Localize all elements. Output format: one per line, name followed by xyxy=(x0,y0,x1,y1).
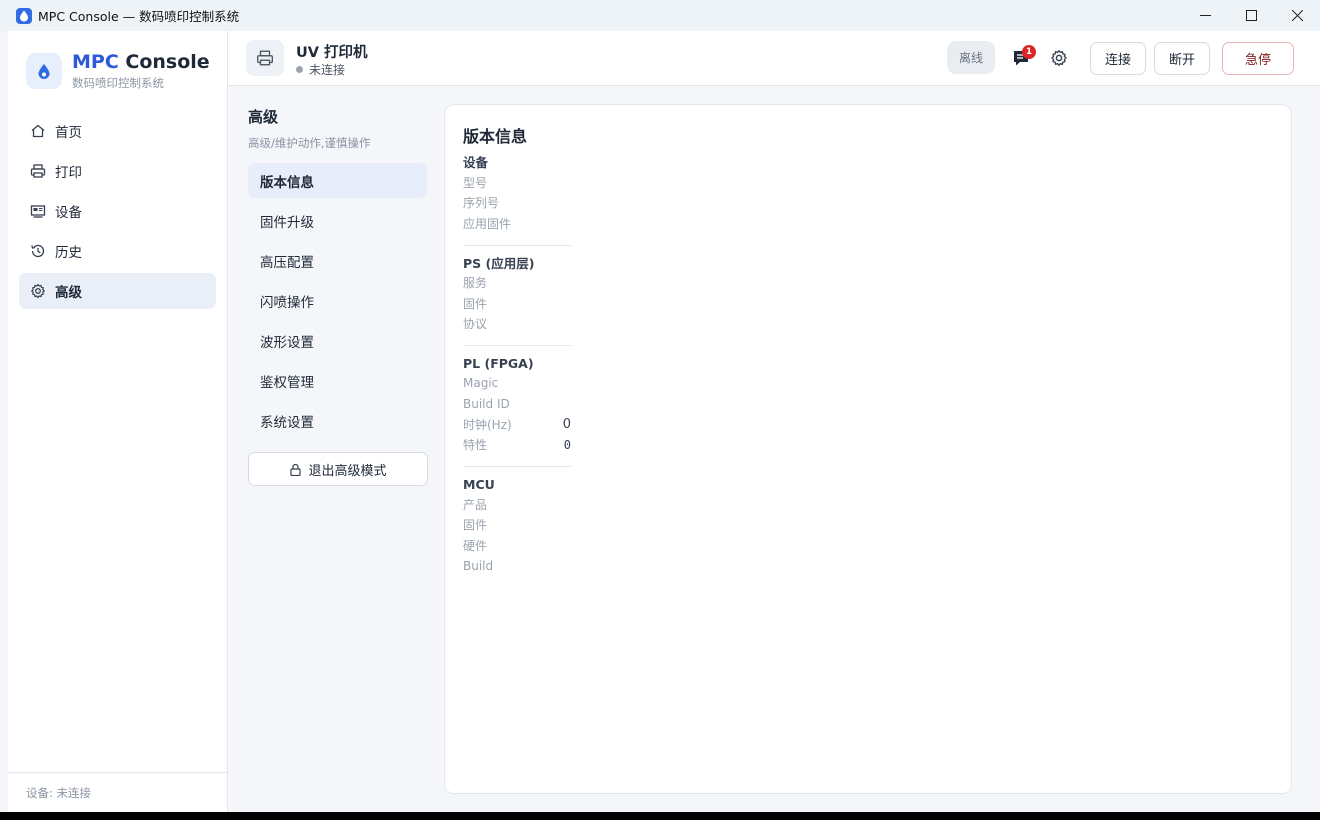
nav-item-device[interactable]: 设备 xyxy=(19,193,216,229)
card-title: 版本信息 xyxy=(463,127,528,146)
device-icon xyxy=(30,205,46,218)
brand-drop-icon xyxy=(26,53,62,89)
window-controls xyxy=(1182,0,1320,31)
nav-item-label: 高级 xyxy=(55,285,82,301)
exit-advanced-label: 退出高级模式 xyxy=(308,463,387,479)
close-button[interactable] xyxy=(1274,0,1320,31)
section-title: MCU xyxy=(463,477,495,492)
connect-button[interactable]: 连接 xyxy=(1090,42,1146,75)
info-row: 时钟(Hz) 0 xyxy=(463,416,571,432)
app-drop-icon xyxy=(16,7,32,24)
status-text: 未连接 xyxy=(309,63,346,77)
nav-item-label: 设备 xyxy=(55,205,82,221)
info-row: 特性 0 xyxy=(463,437,571,453)
subnav-item-waveform[interactable]: 波形设置 xyxy=(248,323,427,358)
section-title: PL (FPGA) xyxy=(463,356,534,371)
section-pl: PL (FPGA) Magic Build ID 时钟(Hz) 0 特性 0 xyxy=(463,355,571,467)
info-row: 型号 xyxy=(463,175,488,190)
nav-item-label: 历史 xyxy=(55,245,82,261)
section-ps: PS (应用层) 服务 固件 协议 xyxy=(463,255,571,346)
clock-value: 0 xyxy=(562,416,571,432)
section-mcu: MCU 产品 固件 硬件 Build xyxy=(463,476,571,587)
subnav-item-version-info[interactable]: 版本信息 xyxy=(248,163,427,198)
sidebar: MPC Console 数码喷印控制系统 首页 打印 设备 历史 高级 设备: … xyxy=(8,31,228,812)
subnav-item-flash-spray[interactable]: 闪喷操作 xyxy=(248,283,427,318)
subnav-list: 版本信息 固件升级 高压配置 闪喷操作 波形设置 鉴权管理 系统设置 xyxy=(248,163,428,438)
version-sections: 设备 型号 序列号 应用固件 PS (应用层) 服务 固件 协议 PL (FPG… xyxy=(463,154,571,596)
home-icon xyxy=(31,124,45,138)
section-title: 设备 xyxy=(463,155,489,170)
minimize-button[interactable] xyxy=(1182,0,1228,31)
nav-item-label: 打印 xyxy=(55,165,82,181)
notification-badge: 1 xyxy=(1022,45,1036,59)
info-row: 硬件 xyxy=(463,538,488,553)
subnav-item-firmware-upgrade[interactable]: 固件升级 xyxy=(248,203,427,238)
printer-icon xyxy=(30,164,46,178)
info-row: 应用固件 xyxy=(463,216,512,231)
info-row: 固件 xyxy=(463,518,488,533)
title-bar: MPC Console — 数码喷印控制系统 xyxy=(0,0,1320,31)
info-row: 序列号 xyxy=(463,196,500,211)
advanced-subnav: 高级 高级/维护动作,谨慎操作 版本信息 固件升级 高压配置 闪喷操作 波形设置… xyxy=(248,106,428,486)
device-status: 未连接 xyxy=(296,61,345,78)
info-row: 固件 xyxy=(463,296,488,311)
device-printer-icon xyxy=(246,40,284,76)
offline-badge: 离线 xyxy=(947,41,995,74)
brand: MPC Console 数码喷印控制系统 xyxy=(26,51,210,91)
info-row: 服务 xyxy=(463,276,488,291)
exit-advanced-button[interactable]: 退出高级模式 xyxy=(248,452,428,486)
emergency-stop-button[interactable]: 急停 xyxy=(1222,42,1294,75)
main-nav: 首页 打印 设备 历史 高级 xyxy=(19,113,216,313)
connection-footer: 设备: 未连接 xyxy=(8,772,227,812)
subnav-item-auth[interactable]: 鉴权管理 xyxy=(248,363,427,398)
nav-item-advanced[interactable]: 高级 xyxy=(19,273,216,309)
disconnect-button[interactable]: 断开 xyxy=(1154,42,1210,75)
nav-item-home[interactable]: 首页 xyxy=(19,113,216,149)
window-title: MPC Console — 数码喷印控制系统 xyxy=(38,9,240,24)
history-icon xyxy=(31,244,45,258)
info-row: 产品 xyxy=(463,497,488,512)
brand-subtitle: 数码喷印控制系统 xyxy=(72,76,164,90)
version-info-card: 版本信息 设备 型号 序列号 应用固件 PS (应用层) 服务 固件 协议 PL… xyxy=(444,104,1292,794)
minimize-icon xyxy=(1199,15,1211,16)
subnav-description: 高级/维护动作,谨慎操作 xyxy=(248,136,371,150)
section-device: 设备 型号 序列号 应用固件 xyxy=(463,154,571,246)
subnav-title: 高级 xyxy=(248,108,279,126)
lock-icon xyxy=(290,463,302,476)
maximize-icon xyxy=(1245,10,1257,21)
feature-value: 0 xyxy=(563,437,571,452)
subnav-item-high-voltage[interactable]: 高压配置 xyxy=(248,243,427,278)
info-row: Build xyxy=(463,558,494,573)
section-title: PS (应用层) xyxy=(463,255,535,271)
maximize-button[interactable] xyxy=(1228,0,1274,31)
status-dot xyxy=(296,66,303,73)
nav-item-label: 首页 xyxy=(55,125,82,141)
nav-item-history[interactable]: 历史 xyxy=(19,233,216,269)
info-row: Build ID xyxy=(463,396,510,411)
brand-title: MPC Console xyxy=(72,51,210,73)
subnav-item-system-settings[interactable]: 系统设置 xyxy=(248,403,427,438)
device-name: UV 打印机 xyxy=(296,45,368,61)
settings-gear-icon[interactable] xyxy=(1050,49,1068,67)
info-row: 协议 xyxy=(463,317,488,332)
nav-item-print[interactable]: 打印 xyxy=(19,153,216,189)
gear-icon xyxy=(31,283,45,299)
app-window: MPC Console — 数码喷印控制系统 MPC Console 数码喷印控… xyxy=(0,0,1320,812)
info-row: Magic xyxy=(463,376,499,391)
close-icon xyxy=(1291,10,1303,21)
top-header: UV 打印机 未连接 离线 1 连接 断开 急停 xyxy=(228,31,1320,86)
